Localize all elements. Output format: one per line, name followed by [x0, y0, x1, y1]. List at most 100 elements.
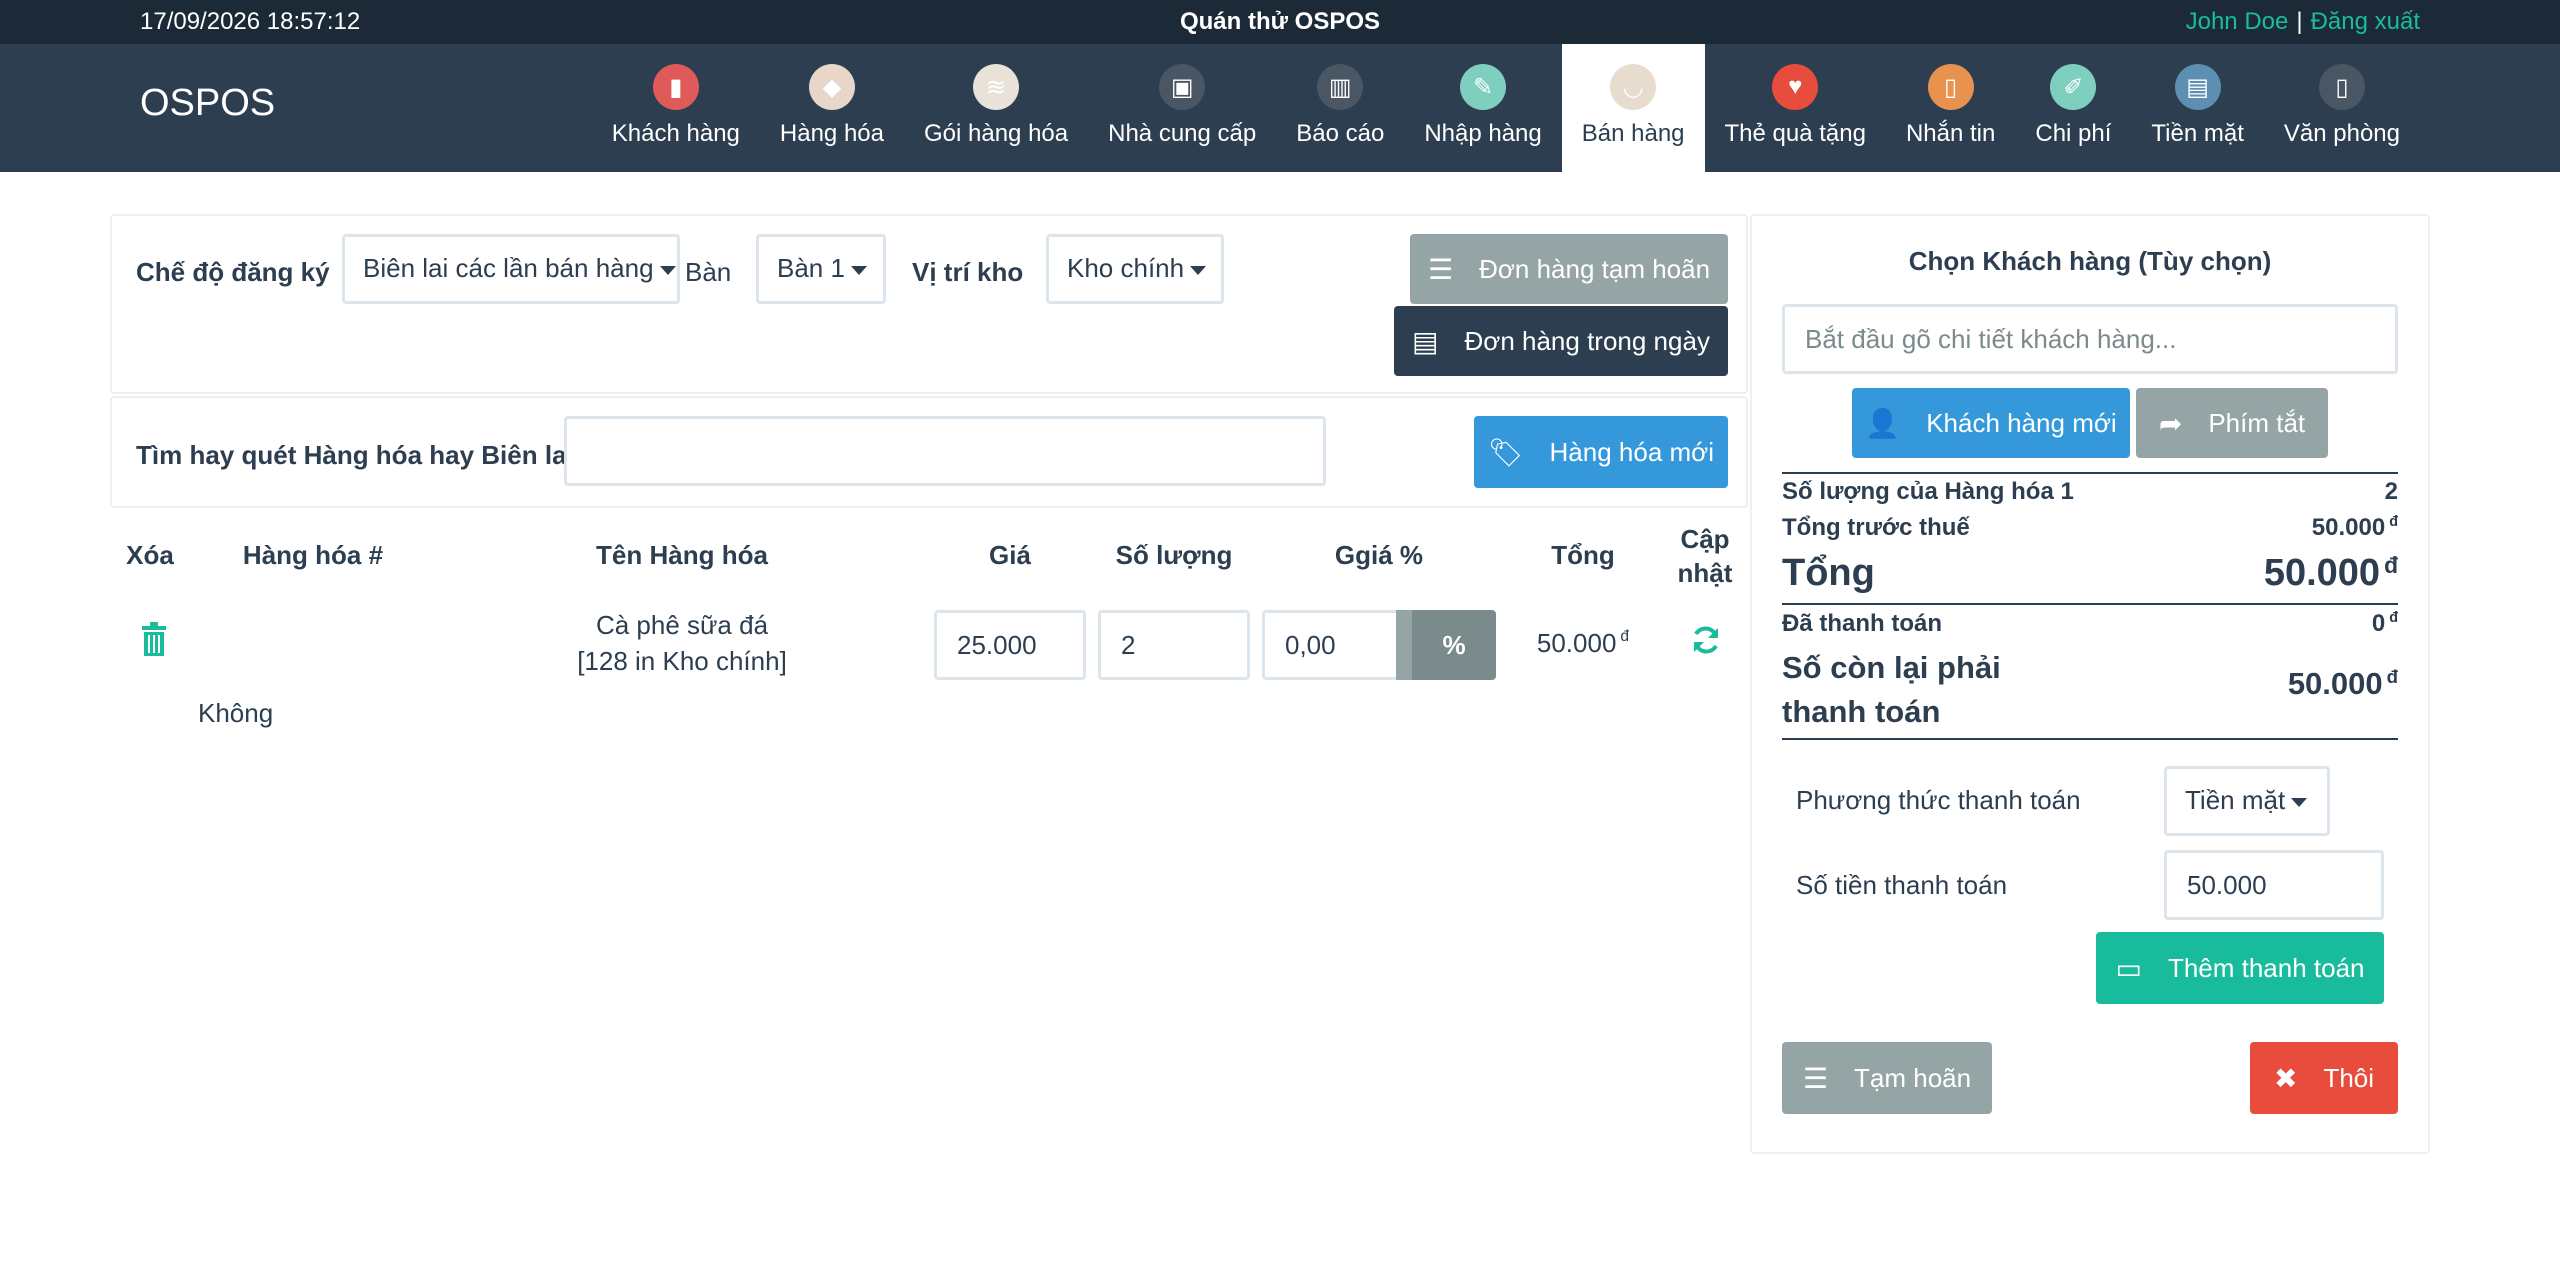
suspend-sale-label: Tạm hoãn: [1854, 1062, 1972, 1093]
suspended-sales-button[interactable]: ☰ Đơn hàng tạm hoãn: [1410, 234, 1728, 304]
phone-icon: ▯: [1927, 64, 1974, 110]
tag-icon: 🏷: [1487, 436, 1524, 468]
nav-item-2[interactable]: ≋ Gói hàng hóa: [904, 44, 1088, 172]
nav-item-10[interactable]: ▤ Tiền mặt: [2131, 44, 2263, 172]
item-search-label: Tìm hay quét Hàng hóa hay Biên lai: [136, 440, 574, 470]
row-description: Không: [198, 698, 274, 728]
nav-item-label: Gói hàng hóa: [924, 120, 1069, 147]
total-currency: đ: [2384, 552, 2398, 578]
new-item-button[interactable]: 🏷 Hàng hóa mới: [1474, 416, 1728, 488]
payment-amount-label: Số tiền thanh toán: [1796, 870, 2008, 900]
table-label: Bàn: [685, 257, 732, 287]
register-mode-label: Chế độ đăng ký: [136, 257, 330, 287]
nav-item-7[interactable]: ♥ Thẻ quà tặng: [1705, 44, 1886, 172]
payment-amount-input[interactable]: 50.000: [2164, 850, 2384, 920]
credit-card-icon: ▭: [2115, 952, 2142, 984]
amount-due-row: Số còn lại phải thanh toán 50.000 đ: [1782, 646, 2398, 732]
payment-amount-value: 50.000: [2187, 869, 2267, 900]
nav-item-label: Tiền mặt: [2151, 120, 2244, 147]
nav-item-9[interactable]: ✐ Chi phí: [2015, 44, 2131, 172]
row-total-currency: đ: [1620, 628, 1630, 645]
customer-search-input[interactable]: Bắt đầu gõ chi tiết khách hàng...: [1782, 304, 2398, 374]
nav-item-5[interactable]: ✎ Nhập hàng: [1404, 44, 1561, 172]
stock-location-label: Vị trí kho: [912, 257, 1024, 287]
layers-icon: ≋: [973, 64, 1020, 110]
nav-item-0[interactable]: ▮ Khách hàng: [592, 44, 760, 172]
tag-icon: ◆: [808, 64, 855, 110]
subtotal-row: Tổng trước thuế 50.000 đ: [1782, 514, 2398, 548]
row-total: 50.000 đ: [1508, 628, 1658, 659]
suspend-sale-button[interactable]: ☰ Tạm hoãn: [1782, 1042, 1992, 1114]
pencil-icon: ✎: [1460, 64, 1507, 110]
table-select[interactable]: Bàn 1: [756, 234, 886, 304]
nav-item-8[interactable]: ▯ Nhắn tin: [1886, 44, 2015, 172]
nav-item-11[interactable]: ▯ Văn phòng: [2264, 44, 2420, 172]
add-payment-button[interactable]: ▭ Thêm thanh toán: [2096, 932, 2384, 1004]
daily-sales-button[interactable]: ▤ Đơn hàng trong ngày: [1394, 306, 1728, 376]
module-nav: ▮ Khách hàng ◆ Hàng hóa ≋ Gói hàng hóa ▣ Nhà cu…: [592, 44, 2420, 172]
discount-type-label: %: [1442, 629, 1466, 660]
nav-item-6[interactable]: ◡ Bán hàng: [1561, 44, 1705, 172]
stock-location-select[interactable]: Kho chính: [1046, 234, 1224, 304]
user-area: John Doe | Đăng xuất: [2186, 8, 2420, 36]
item-count-label: Số lượng của Hàng hóa 1: [1782, 478, 2074, 505]
caret-down-icon: [850, 265, 867, 275]
payment-method-select[interactable]: Tiền mặt: [2164, 766, 2330, 836]
list-icon: ☰: [1427, 253, 1454, 285]
new-customer-button[interactable]: 👤 Khách hàng mới: [1852, 388, 2130, 458]
refresh-icon[interactable]: [1688, 624, 1724, 660]
quantity-input[interactable]: 2: [1098, 610, 1250, 680]
total-label: Tổng: [1782, 552, 1875, 594]
brand-logo[interactable]: OSPOS: [140, 82, 275, 125]
table-value: Bàn 1: [777, 253, 845, 283]
list-icon: ☰: [1802, 1062, 1829, 1094]
col-total: Tổng: [1551, 540, 1615, 570]
register-mode-select[interactable]: Biên lai các lần bán hàng: [342, 234, 680, 304]
user-link[interactable]: John Doe: [2186, 8, 2289, 35]
item-count-row: Số lượng của Hàng hóa 1 2: [1782, 478, 2398, 512]
share-icon: ➦: [2158, 407, 2183, 439]
caret-down-icon: [1190, 265, 1207, 275]
shortcuts-button[interactable]: ➦ Phím tắt: [2136, 388, 2328, 458]
nav-item-4[interactable]: ▥ Báo cáo: [1276, 44, 1404, 172]
trash-icon[interactable]: [134, 622, 174, 658]
top-bar: 17/09/2026 18:57:12 Quán thử OSPOS John …: [0, 0, 2560, 44]
cancel-sale-label: Thôi: [2323, 1062, 2375, 1093]
basket-icon: ◡: [1610, 64, 1657, 110]
heart-icon: ♥: [1772, 64, 1819, 110]
col-quantity: Số lượng: [1115, 540, 1233, 570]
cancel-sale-button[interactable]: ✖ Thôi: [2250, 1042, 2398, 1114]
nav-item-3[interactable]: ▣ Nhà cung cấp: [1088, 44, 1276, 172]
caret-down-icon: [2291, 797, 2308, 807]
note-icon: ✐: [2050, 64, 2097, 110]
shortcuts-label: Phím tắt: [2208, 407, 2306, 438]
nav-item-label: Nhắn tin: [1905, 120, 1996, 147]
main-navbar: OSPOS ▮ Khách hàng ◆ Hàng hóa ≋ Gói hàng hóa ▣…: [0, 44, 2560, 172]
books-icon: ▤: [2174, 64, 2221, 110]
discount-type-toggle[interactable]: %: [1396, 610, 1496, 680]
item-search-input[interactable]: [564, 416, 1326, 486]
col-discount: Ggiá %: [1334, 540, 1424, 570]
bar-chart-icon: ▥: [1317, 64, 1364, 110]
daily-sales-label: Đơn hàng trong ngày: [1464, 325, 1710, 356]
nav-item-1[interactable]: ◆ Hàng hóa: [760, 44, 904, 172]
quantity-value: 2: [1121, 629, 1136, 660]
address-book-icon: ▮: [652, 64, 699, 110]
discount-input[interactable]: 0,00: [1262, 610, 1402, 680]
col-delete: Xóa: [126, 540, 174, 570]
price-value: 25.000: [957, 629, 1037, 660]
nav-item-label: Nhập hàng: [1424, 120, 1542, 147]
caret-down-icon: [659, 265, 676, 275]
payment-method-value: Tiền mặt: [2185, 785, 2286, 815]
add-payment-label: Thêm thanh toán: [2167, 952, 2365, 983]
col-item-number: Hàng hóa #: [242, 540, 384, 570]
amount-paid-amount: 0đ: [2372, 610, 2398, 638]
row-item-stock: [128 in Kho chính]: [577, 646, 787, 676]
amount-paid-value: 0: [2371, 610, 2386, 637]
col-item-name: Tên Hàng hóa: [596, 540, 768, 570]
price-input[interactable]: 25.000: [934, 610, 1086, 680]
total-amount: 50.000 đ: [2264, 552, 2398, 595]
logout-link[interactable]: Đăng xuất: [2311, 8, 2420, 35]
amount-due-label: Số còn lại phải thanh toán: [1782, 650, 2001, 729]
user-icon: 👤: [1865, 407, 1901, 439]
